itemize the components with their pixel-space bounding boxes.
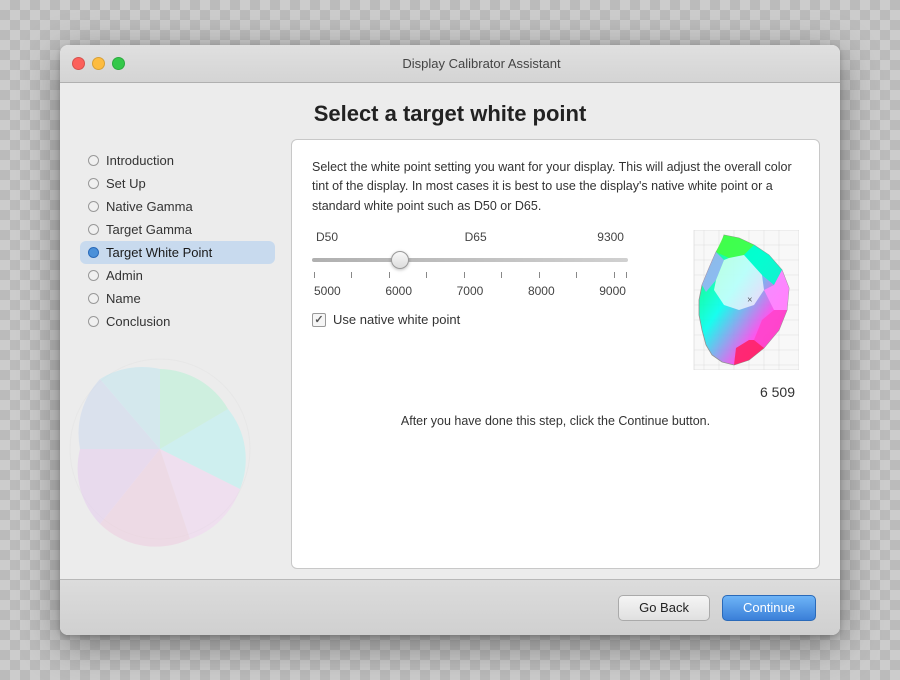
sidebar-item-setup[interactable]: Set Up	[80, 172, 275, 195]
description-text: Select the white point setting you want …	[312, 158, 799, 216]
traffic-lights	[72, 57, 125, 70]
after-step-text: After you have done this step, click the…	[312, 414, 799, 428]
sidebar-dot	[88, 270, 99, 281]
slider-area: D50 D65 9300	[312, 230, 628, 327]
sidebar-item-label: Native Gamma	[106, 199, 193, 214]
tick-label-9000: 9000	[599, 284, 626, 298]
sidebar-item-label: Set Up	[106, 176, 146, 191]
tick-mark	[314, 272, 315, 278]
slider-section: D50 D65 9300	[312, 230, 799, 370]
sidebar-dot	[88, 224, 99, 235]
minimize-button[interactable]	[92, 57, 105, 70]
tick-mark	[464, 272, 465, 278]
sidebar-item-label: Admin	[106, 268, 143, 283]
label-9300: 9300	[597, 230, 624, 244]
sidebar-item-target-gamma[interactable]: Target Gamma	[80, 218, 275, 241]
tick-label-8000: 8000	[528, 284, 555, 298]
sidebar-item-label: Introduction	[106, 153, 174, 168]
main-panel: Select the white point setting you want …	[291, 139, 820, 569]
slider-top-labels: D50 D65 9300	[312, 230, 628, 244]
sidebar-item-label: Name	[106, 291, 141, 306]
continue-button[interactable]: Continue	[722, 595, 816, 621]
tick-mark	[614, 272, 615, 278]
window-title: Display Calibrator Assistant	[135, 56, 828, 71]
tick-mark	[351, 272, 352, 278]
maximize-button[interactable]	[112, 57, 125, 70]
tick-mark	[426, 272, 427, 278]
slider-thumb[interactable]	[391, 251, 409, 269]
page-title: Select a target white point	[60, 83, 840, 139]
slider-bottom-labels: 5000 6000 7000 8000 9000	[312, 284, 628, 298]
sidebar-item-conclusion[interactable]: Conclusion	[80, 310, 275, 333]
window-body: Select a target white point	[60, 83, 840, 635]
label-d50: D50	[316, 230, 338, 244]
tick-container	[314, 272, 626, 280]
tick-label-5000: 5000	[314, 284, 341, 298]
use-native-white-point-row[interactable]: Use native white point	[312, 312, 628, 327]
value-display: 6 509	[312, 384, 799, 400]
sidebar-item-label: Target Gamma	[106, 222, 192, 237]
sidebar-item-native-gamma[interactable]: Native Gamma	[80, 195, 275, 218]
sidebar-dot	[88, 155, 99, 166]
sidebar-dot	[88, 201, 99, 212]
sidebar-dot	[88, 178, 99, 189]
svg-text:×: ×	[747, 295, 753, 306]
cie-diagram: ×	[644, 230, 799, 370]
content-area: Introduction Set Up Native Gamma Target …	[60, 139, 840, 579]
sidebar-item-label: Target White Point	[106, 245, 212, 260]
slider-track	[312, 258, 628, 262]
tick-mark	[501, 272, 502, 278]
sidebar-item-admin[interactable]: Admin	[80, 264, 275, 287]
sidebar-dot	[88, 316, 99, 327]
tick-mark	[539, 272, 540, 278]
sidebar-item-name[interactable]: Name	[80, 287, 275, 310]
use-native-white-point-checkbox[interactable]	[312, 313, 326, 327]
main-window: Display Calibrator Assistant Select a ta…	[60, 45, 840, 635]
tick-mark	[576, 272, 577, 278]
label-d65: D65	[465, 230, 487, 244]
close-button[interactable]	[72, 57, 85, 70]
sidebar-nav: Introduction Set Up Native Gamma Target …	[80, 143, 275, 339]
sidebar-item-label: Conclusion	[106, 314, 170, 329]
go-back-button[interactable]: Go Back	[618, 595, 710, 621]
slider-track-container[interactable]	[312, 248, 628, 272]
tick-label-6000: 6000	[385, 284, 412, 298]
use-native-white-point-label: Use native white point	[333, 312, 460, 327]
sidebar: Introduction Set Up Native Gamma Target …	[80, 139, 275, 569]
sidebar-item-target-white-point[interactable]: Target White Point	[80, 241, 275, 264]
footer: Go Back Continue	[60, 579, 840, 635]
sidebar-dot	[88, 293, 99, 304]
sidebar-item-introduction[interactable]: Introduction	[80, 149, 275, 172]
tick-mark	[389, 272, 390, 278]
titlebar: Display Calibrator Assistant	[60, 45, 840, 83]
tick-label-7000: 7000	[457, 284, 484, 298]
sidebar-dot-active	[88, 247, 99, 258]
tick-mark	[626, 272, 627, 278]
